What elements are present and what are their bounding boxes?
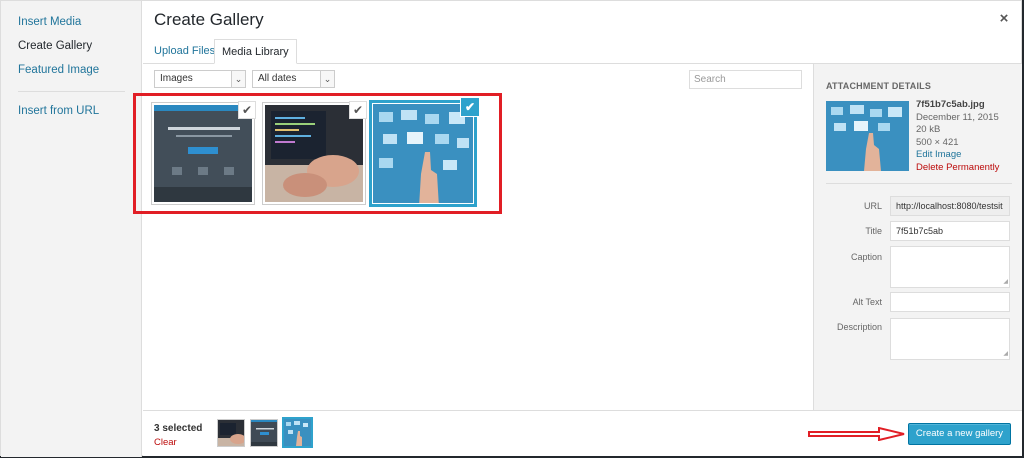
selection-thumb-website[interactable] <box>250 419 278 447</box>
selection-thumb-touchscreen[interactable] <box>282 417 313 448</box>
details-separator <box>826 183 1012 184</box>
menu-insert-from-url[interactable]: Insert from URL <box>1 103 116 119</box>
media-menu: Insert Media Create Gallery Featured Ima… <box>1 1 142 457</box>
attachment-thumbnail <box>373 104 473 203</box>
menu-insert-media[interactable]: Insert Media <box>1 14 98 30</box>
checkmark-icon[interactable]: ✔ <box>349 101 367 119</box>
details-date: December 11, 2015 <box>916 111 999 123</box>
media-modal: Insert Media Create Gallery Featured Ima… <box>0 0 1022 457</box>
description-field[interactable] <box>890 318 1010 360</box>
type-filter-select[interactable]: Images ⌄ <box>154 70 246 88</box>
details-filename: 7f51b7c5ab.jpg <box>916 99 985 110</box>
tab-upload-files[interactable]: Upload Files <box>147 39 222 64</box>
chevron-down-icon: ⌄ <box>320 71 334 87</box>
details-thumbnail <box>826 101 909 171</box>
chevron-down-icon: ⌄ <box>231 71 245 87</box>
checkmark-icon[interactable]: ✔ <box>238 101 256 119</box>
arrow-annotation-icon <box>808 427 905 441</box>
title-label: Title <box>865 226 882 236</box>
url-label: URL <box>863 201 882 211</box>
type-filter-value: Images <box>160 73 193 84</box>
clear-selection-link[interactable]: Clear <box>154 437 177 448</box>
tab-media-library[interactable]: Media Library <box>214 39 297 64</box>
menu-separator <box>18 91 125 92</box>
date-filter-select[interactable]: All dates ⌄ <box>252 70 335 88</box>
title-field[interactable]: 7f51b7c5ab <box>890 221 1010 241</box>
details-info: 7f51b7c5ab.jpg December 11, 2015 20 kB 5… <box>916 99 999 174</box>
details-dimensions: 500 × 421 <box>916 136 959 148</box>
attachment-touchscreen-hand[interactable]: ✔ <box>369 97 480 207</box>
checkmark-icon[interactable]: ✔ <box>460 97 480 117</box>
caption-field[interactable] <box>890 246 1010 288</box>
close-icon[interactable]: × <box>996 11 1012 27</box>
attachment-thumbnail <box>265 105 363 202</box>
edit-image-link[interactable]: Edit Image <box>916 149 999 162</box>
selection-thumb-laptop[interactable] <box>217 419 245 447</box>
date-filter-value: All dates <box>258 73 297 84</box>
attachment-thumbnail <box>154 105 252 202</box>
url-field[interactable]: http://localhost:8080/testsit <box>890 196 1010 216</box>
modal-title: Create Gallery <box>154 10 264 29</box>
delete-permanently-link[interactable]: Delete Permanently <box>916 162 999 175</box>
attachment-details-panel: ATTACHMENT DETAILS 7f51b7c5ab.jpg Decemb… <box>813 64 1022 410</box>
attachment-laptop-photo[interactable]: ✔ <box>262 101 367 205</box>
alt-text-field[interactable] <box>890 292 1010 312</box>
media-toolbar: 3 selected Clear Create a new gallery <box>143 410 1022 456</box>
selection-count: 3 selected <box>154 423 203 434</box>
details-filesize: 20 kB <box>916 124 941 135</box>
details-heading: ATTACHMENT DETAILS <box>826 81 932 91</box>
menu-featured-image[interactable]: Featured Image <box>1 62 116 78</box>
description-label: Description <box>836 322 882 332</box>
search-input[interactable]: Search <box>689 70 802 89</box>
attachment-website-screenshot[interactable]: ✔ <box>151 101 256 205</box>
menu-create-gallery[interactable]: Create Gallery <box>1 38 109 54</box>
alt-text-label: Alt Text <box>852 297 882 307</box>
caption-label: Caption <box>850 252 882 262</box>
create-gallery-button[interactable]: Create a new gallery <box>908 423 1011 445</box>
